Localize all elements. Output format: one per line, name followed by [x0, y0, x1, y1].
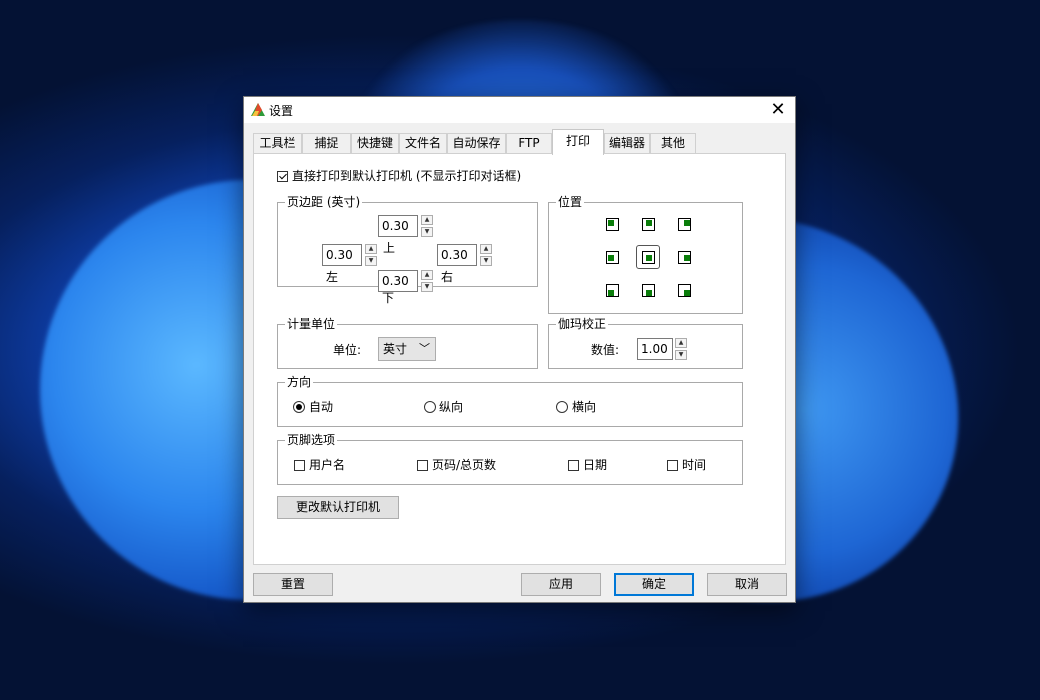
spin-down-icon[interactable]: ▼: [421, 282, 433, 292]
units-group: 计量单位 单位: 英寸 ﹀: [277, 317, 538, 369]
gamma-group: 伽玛校正 数值: 1.00 ▲ ▼: [548, 317, 743, 369]
bottom-margin-input[interactable]: 0.30: [378, 270, 418, 292]
units-select-value: 英寸: [383, 342, 408, 356]
orientation-auto-radio[interactable]: [293, 401, 305, 413]
position-bottom-left[interactable]: [606, 284, 619, 297]
spin-down-icon[interactable]: ▼: [480, 256, 492, 266]
units-group-title: 计量单位: [285, 317, 338, 331]
tab-ftp[interactable]: FTP: [506, 133, 552, 153]
position-group-title: 位置: [556, 195, 585, 209]
tab-autosave[interactable]: 自动保存: [447, 133, 506, 153]
position-middle-center[interactable]: [642, 251, 655, 264]
tab-print[interactable]: 打印: [552, 129, 604, 155]
right-margin-label: 右: [441, 270, 454, 284]
footer-pagecount-label: 页码/总页数: [432, 458, 497, 472]
spin-up-icon[interactable]: ▲: [421, 270, 433, 280]
orientation-group: 方向 自动 纵向 横向: [277, 375, 743, 427]
position-bottom-right[interactable]: [678, 284, 691, 297]
footer-pagecount-checkbox[interactable]: [417, 460, 428, 471]
footer-username-label: 用户名: [309, 458, 346, 472]
spin-up-icon[interactable]: ▲: [365, 244, 377, 254]
spin-down-icon[interactable]: ▼: [675, 350, 687, 360]
gamma-spinner[interactable]: ▲ ▼: [675, 338, 687, 360]
reset-button[interactable]: 重置: [253, 573, 333, 596]
right-margin-input[interactable]: 0.30: [437, 244, 477, 266]
footer-options-group: 页脚选项 用户名 页码/总页数 日期 时间: [277, 433, 743, 485]
cancel-button[interactable]: 取消: [707, 573, 787, 596]
footer-date-label: 日期: [583, 458, 608, 472]
left-margin-label: 左: [326, 270, 339, 284]
tab-toolbar[interactable]: 工具栏: [253, 133, 302, 153]
position-bottom-center[interactable]: [642, 284, 655, 297]
position-middle-left[interactable]: [606, 251, 619, 264]
tab-editor[interactable]: 编辑器: [604, 133, 650, 153]
gamma-group-title: 伽玛校正: [556, 317, 609, 331]
margins-group: 页边距 (英寸) 0.30 ▲ ▼ 上 0.30 ▲ ▼ 左 0.30 ▲ ▼ 右 0…: [277, 195, 538, 292]
bottom-margin-spinner[interactable]: ▲ ▼: [421, 270, 433, 292]
bottom-margin-label: 下: [382, 291, 395, 305]
left-margin-input[interactable]: 0.30: [322, 244, 362, 266]
close-button[interactable]: ✕: [761, 97, 795, 123]
orientation-landscape-label: 横向: [572, 400, 597, 414]
tab-other[interactable]: 其他: [650, 133, 696, 153]
position-group: 位置: [548, 195, 743, 314]
gamma-label: 数值:: [591, 343, 620, 357]
window-title: 设置: [269, 104, 294, 118]
change-default-printer-button[interactable]: 更改默认打印机: [277, 496, 399, 519]
top-margin-label: 上: [383, 241, 396, 255]
app-icon: [251, 103, 265, 116]
position-top-center[interactable]: [642, 218, 655, 231]
apply-button[interactable]: 应用: [521, 573, 601, 596]
footer-time-label: 时间: [682, 458, 707, 472]
footer-time-checkbox[interactable]: [667, 460, 678, 471]
title-bar[interactable]: 设置 ✕: [244, 97, 795, 123]
units-label: 单位:: [333, 343, 362, 357]
direct-print-label: 直接打印到默认打印机 (不显示打印对话框): [292, 169, 522, 183]
spin-down-icon[interactable]: ▼: [421, 227, 433, 237]
orientation-landscape-radio[interactable]: [556, 401, 568, 413]
spin-up-icon[interactable]: ▲: [480, 244, 492, 254]
top-margin-input[interactable]: 0.30: [378, 215, 418, 237]
position-top-right[interactable]: [678, 218, 691, 231]
tab-hotkeys[interactable]: 快捷键: [351, 133, 399, 153]
orientation-portrait-radio[interactable]: [424, 401, 436, 413]
position-top-left[interactable]: [606, 218, 619, 231]
spin-up-icon[interactable]: ▲: [421, 215, 433, 225]
direct-print-checkbox[interactable]: [277, 171, 288, 182]
footer-username-checkbox[interactable]: [294, 460, 305, 471]
footer-date-checkbox[interactable]: [568, 460, 579, 471]
orientation-portrait-label: 纵向: [439, 400, 464, 414]
units-select[interactable]: 英寸 ﹀: [378, 337, 436, 361]
top-margin-spinner[interactable]: ▲ ▼: [421, 215, 433, 237]
orientation-auto-label: 自动: [309, 400, 334, 414]
footer-options-group-title: 页脚选项: [285, 433, 338, 447]
tab-filename[interactable]: 文件名: [399, 133, 447, 153]
orientation-group-title: 方向: [285, 375, 314, 389]
tab-capture[interactable]: 捕捉: [302, 133, 351, 153]
spin-up-icon[interactable]: ▲: [675, 338, 687, 348]
spin-down-icon[interactable]: ▼: [365, 256, 377, 266]
gamma-input[interactable]: 1.00: [637, 338, 673, 360]
position-middle-right[interactable]: [678, 251, 691, 264]
left-margin-spinner[interactable]: ▲ ▼: [365, 244, 377, 266]
settings-dialog: 设置 ✕ 工具栏 捕捉 快捷键 文件名 自动保存 FTP 打印 编辑器 其他 直…: [243, 96, 796, 603]
chevron-down-icon: ﹀: [419, 342, 430, 355]
right-margin-spinner[interactable]: ▲ ▼: [480, 244, 492, 266]
margins-group-title: 页边距 (英寸): [285, 195, 363, 209]
ok-button[interactable]: 确定: [614, 573, 694, 596]
print-tab-panel: 直接打印到默认打印机 (不显示打印对话框) 页边距 (英寸) 0.30 ▲ ▼ 上…: [253, 153, 786, 565]
